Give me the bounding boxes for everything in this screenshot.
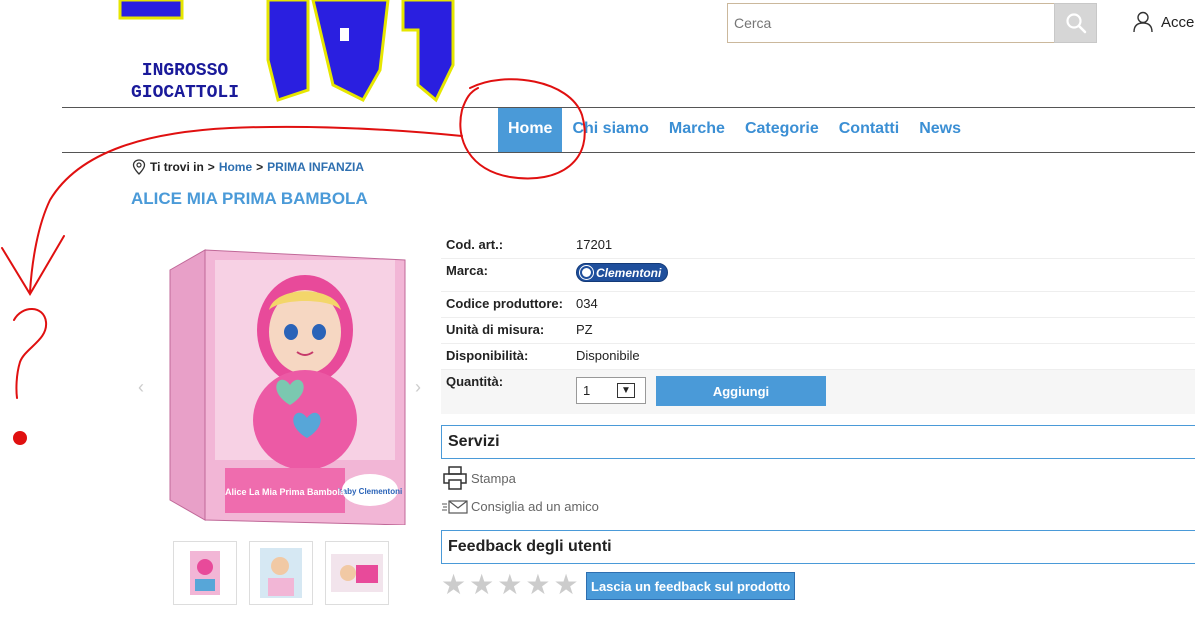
star-icon[interactable]: ★ xyxy=(525,571,550,599)
breadcrumb-separator: > xyxy=(207,160,215,174)
spec-label: Codice produttore: xyxy=(446,296,563,311)
thumbnail-2[interactable] xyxy=(249,541,313,605)
chevron-down-icon: ▼ xyxy=(617,383,635,398)
spec-label: Marca: xyxy=(446,263,488,278)
user-icon xyxy=(1133,11,1153,33)
nav-bottom-rule xyxy=(62,152,1195,153)
breadcrumb-home-link[interactable]: Home xyxy=(219,160,252,174)
thumbnail-3-image xyxy=(331,554,383,592)
nav-item-chi-siamo[interactable]: Chi siamo xyxy=(562,108,658,152)
quantity-select[interactable]: 1 ▼ xyxy=(576,377,646,404)
breadcrumb-separator: > xyxy=(256,160,264,174)
services-heading: Servizi xyxy=(441,425,1195,459)
spec-row-producer-code: Codice produttore: 034 xyxy=(441,292,1195,318)
spec-label: Quantità: xyxy=(446,374,504,389)
nav-item-marche[interactable]: Marche xyxy=(659,108,735,152)
print-link[interactable]: Stampa xyxy=(442,466,516,490)
spec-value: 17201 xyxy=(576,237,613,252)
annotation-dot xyxy=(13,431,27,445)
rating-stars[interactable]: ★ ★ ★ ★ ★ xyxy=(441,571,579,599)
star-icon[interactable]: ★ xyxy=(553,571,578,599)
spec-row-quantity: Quantità: 1 ▼ Aggiungi xyxy=(441,370,1195,414)
search-button[interactable] xyxy=(1054,3,1097,43)
product-box-title-text: Alice La Mia Prima Bambola xyxy=(225,487,346,497)
nav-item-categorie[interactable]: Categorie xyxy=(735,108,829,152)
brand-logo[interactable]: Clementoni xyxy=(576,263,669,282)
nav-item-home[interactable]: Home xyxy=(498,108,563,152)
login-label: Accedi xyxy=(1161,13,1195,31)
star-icon[interactable]: ★ xyxy=(441,571,466,599)
spec-value: PZ xyxy=(576,322,593,337)
logo-subtitle-line2: GIOCATTOLI xyxy=(130,83,240,103)
spec-row-availability: Disponibilità: Disponibile xyxy=(441,344,1195,370)
product-title: ALICE MIA PRIMA BAMBOLA xyxy=(131,189,368,208)
location-pin-icon xyxy=(132,159,146,175)
spec-row-unit: Unità di misura: PZ xyxy=(441,318,1195,344)
thumbnail-2-image xyxy=(260,548,302,598)
main-nav: Home Chi siamo Marche Categorie Contatti… xyxy=(498,108,971,152)
product-image[interactable]: baby Clementoni Alice La Mia Prima Bambo… xyxy=(165,240,410,525)
quantity-value: 1 xyxy=(583,383,591,398)
gallery-next-arrow[interactable]: › xyxy=(415,377,421,398)
feedback-heading: Feedback degli utenti xyxy=(441,530,1195,564)
brand-logo-mark xyxy=(580,266,593,279)
nav-item-contatti[interactable]: Contatti xyxy=(829,108,909,152)
star-icon[interactable]: ★ xyxy=(497,571,522,599)
product-box-brand-text: baby Clementoni xyxy=(338,487,402,496)
thumbnail-1[interactable] xyxy=(173,541,237,605)
nav-item-news[interactable]: News xyxy=(909,108,971,152)
thumbnail-1-image xyxy=(190,551,220,595)
thumbnail-3[interactable] xyxy=(325,541,389,605)
send-mail-icon xyxy=(442,499,468,514)
spec-row-code: Cod. art.: 17201 xyxy=(441,233,1195,259)
recommend-link[interactable]: Consiglia ad un amico xyxy=(442,499,599,514)
breadcrumb: Ti trovi in > Home > PRIMA INFANZIA xyxy=(132,159,364,175)
breadcrumb-prefix: Ti trovi in xyxy=(150,160,204,174)
add-to-cart-button[interactable]: Aggiungi xyxy=(656,376,826,406)
star-icon[interactable]: ★ xyxy=(469,571,494,599)
logo-subtitle: INGROSSO GIOCATTOLI xyxy=(120,60,250,104)
thumbnail-strip xyxy=(173,541,389,605)
product-specs: Cod. art.: 17201 Marca: Clementoni Codic… xyxy=(441,233,1195,414)
search-bar xyxy=(727,3,1097,43)
spec-row-brand: Marca: Clementoni xyxy=(441,259,1195,292)
logo-subtitle-line1: INGROSSO xyxy=(141,61,229,81)
product-gallery: ‹ › baby Clementoni Alice La Mia Prima B… xyxy=(130,230,430,530)
gallery-prev-arrow[interactable]: ‹ xyxy=(138,377,144,398)
product-box-shapes xyxy=(169,249,406,525)
printer-icon xyxy=(443,466,467,490)
search-icon xyxy=(1065,13,1086,34)
login-link[interactable]: Accedi xyxy=(1133,11,1195,33)
spec-label: Unità di misura: xyxy=(446,322,545,337)
print-label: Stampa xyxy=(471,470,516,486)
search-input[interactable] xyxy=(727,3,1055,43)
brand-logo-text: Clementoni xyxy=(596,265,662,280)
spec-label: Disponibilità: xyxy=(446,348,529,363)
breadcrumb-current[interactable]: PRIMA INFANZIA xyxy=(267,160,364,174)
spec-value: 034 xyxy=(576,296,598,311)
leave-feedback-button[interactable]: Lascia un feedback sul prodotto xyxy=(586,572,796,600)
availability-status: Disponibile xyxy=(576,348,640,363)
spec-label: Cod. art.: xyxy=(446,237,504,252)
recommend-label: Consiglia ad un amico xyxy=(471,499,599,514)
